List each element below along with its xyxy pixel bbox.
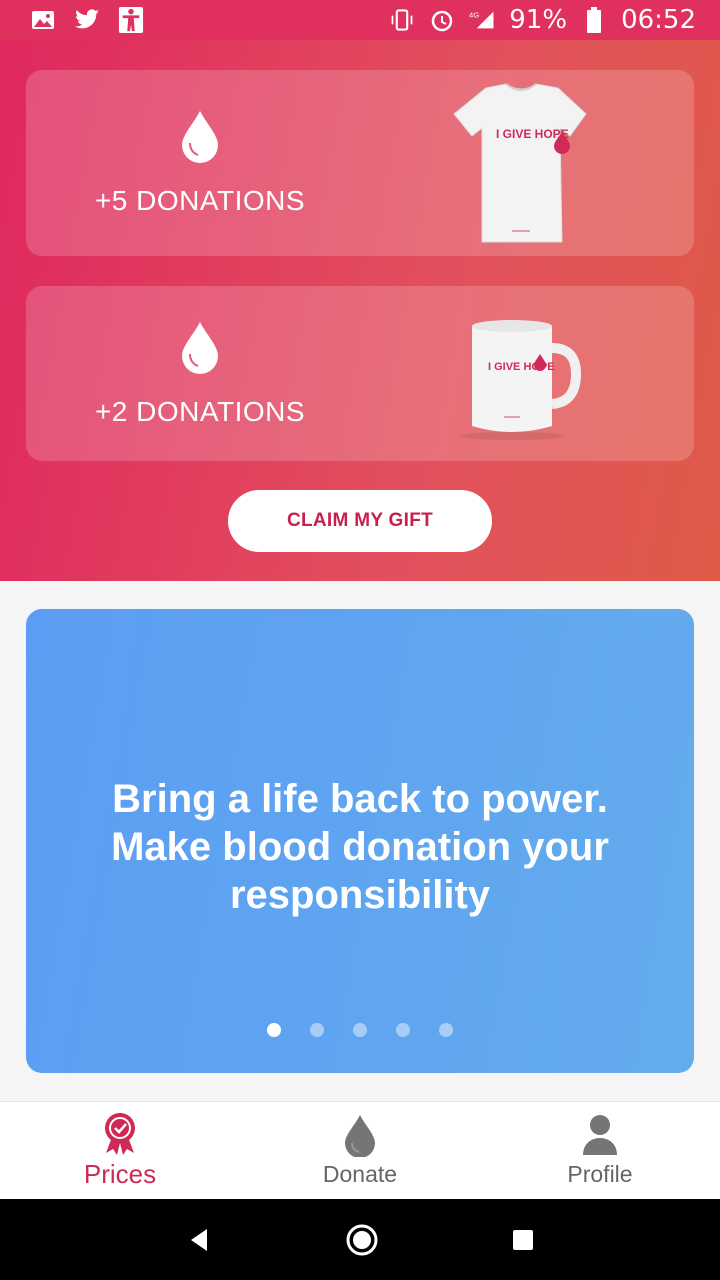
- accessibility-icon: [118, 7, 144, 33]
- recents-icon[interactable]: [511, 1228, 535, 1252]
- award-icon: [105, 1113, 135, 1155]
- tshirt-image: I GIVE HOPE: [453, 83, 587, 243]
- banner-line: Make blood donation your: [111, 825, 609, 869]
- reward-card-mug: +2 DONATIONS I GIVE HOPE: [26, 286, 694, 461]
- promo-banner-carousel[interactable]: Bring a life back to power. Make blood d…: [26, 609, 694, 1073]
- reward-card-tshirt: +5 DONATIONS I GIVE HOPE: [26, 70, 694, 256]
- pagination-dot[interactable]: [439, 1023, 453, 1037]
- tab-profile[interactable]: Profile: [480, 1102, 720, 1199]
- system-navigation-bar: [0, 1199, 720, 1280]
- claim-gift-button[interactable]: CLAIM MY GIFT: [228, 490, 492, 552]
- alarm-icon: [429, 8, 455, 32]
- banner-message: Bring a life back to power. Make blood d…: [26, 775, 694, 919]
- vibrate-icon: [389, 8, 415, 32]
- svg-text:4G: 4G: [469, 11, 479, 20]
- tab-label: Donate: [322, 1161, 398, 1187]
- reward-label: +2 DONATIONS: [94, 395, 306, 427]
- reward-label: +5 DONATIONS: [94, 185, 306, 216]
- drop-icon: [182, 111, 218, 163]
- tab-label: Prices: [83, 1159, 157, 1189]
- twitter-icon: [74, 8, 100, 32]
- bottom-tab-bar: Prices Donate Profile: [0, 1101, 720, 1199]
- rewards-section: +5 DONATIONS I GIVE HOPE +2 DONATIONS I …: [0, 40, 720, 581]
- drop-icon: [182, 321, 218, 374]
- battery-percent: 91%: [509, 5, 568, 35]
- pagination-dot[interactable]: [267, 1023, 281, 1037]
- status-bar: 4G 91% 06:52: [0, 0, 720, 40]
- battery-icon: [581, 7, 607, 33]
- pagination-dot[interactable]: [310, 1023, 324, 1037]
- tab-label: Profile: [567, 1161, 633, 1187]
- clock: 06:52: [621, 5, 696, 35]
- carousel-pagination: [26, 1023, 694, 1037]
- pagination-dot[interactable]: [396, 1023, 410, 1037]
- back-icon[interactable]: [185, 1226, 213, 1254]
- person-icon: [583, 1115, 617, 1155]
- banner-line: Bring a life back to power.: [112, 777, 608, 821]
- tab-prices[interactable]: Prices: [0, 1102, 240, 1199]
- image-icon: [30, 8, 56, 32]
- signal-icon: 4G: [469, 8, 495, 32]
- tab-donate[interactable]: Donate: [240, 1102, 480, 1199]
- mug-image: I GIVE HOPE: [460, 320, 582, 440]
- banner-line: responsibility: [229, 873, 491, 917]
- pagination-dot[interactable]: [353, 1023, 367, 1037]
- drop-icon: [345, 1115, 375, 1157]
- home-icon[interactable]: [344, 1222, 380, 1258]
